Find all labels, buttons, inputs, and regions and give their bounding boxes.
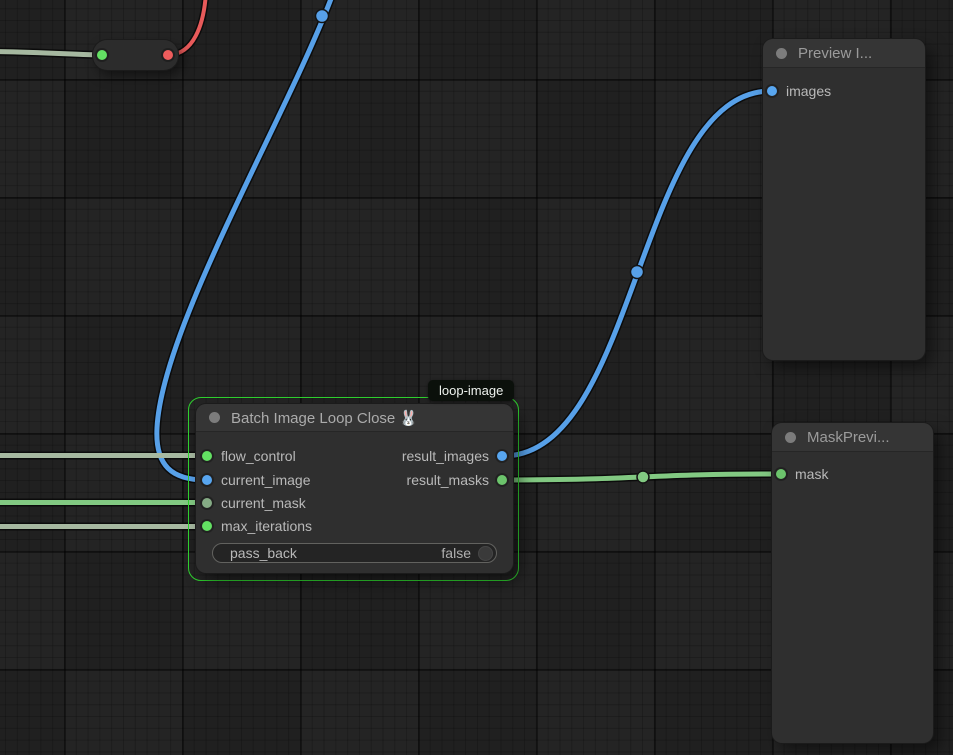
input-port-current-mask[interactable] [202,498,212,508]
toggle-knob-icon[interactable] [478,546,493,561]
input-port-images[interactable] [767,86,777,96]
node-badge-label: loop-image [439,383,503,398]
node-title: MaskPrevi... [807,429,890,446]
node-title: Preview I... [798,45,872,62]
input-slot-max-iterations: max_iterations [196,515,513,537]
collapse-dot-icon[interactable] [785,432,796,443]
port-label: result_images [402,448,489,464]
node-title: Batch Image Loop Close 🐰 [231,409,418,427]
input-slot-images: images [763,80,925,102]
port-label: result_masks [407,472,489,488]
node-batch-image-loop-close[interactable]: Batch Image Loop Close 🐰 flow_control cu… [196,404,513,573]
node-title-bar[interactable]: Batch Image Loop Close 🐰 [196,404,513,432]
collapse-dot-icon[interactable] [776,48,787,59]
node-mask-preview[interactable]: MaskPrevi... mask [772,423,933,743]
port-label: max_iterations [221,518,312,534]
input-slot-current-mask: current_mask [196,492,513,514]
output-port-result-masks[interactable] [497,475,507,485]
widget-pass-back-toggle[interactable]: pass_back false [212,543,497,563]
node-reroute[interactable] [93,40,178,70]
output-port-result-images[interactable] [497,451,507,461]
widget-value: false [441,545,471,561]
node-graph-canvas[interactable]: loop-image Batch Image Loop Close 🐰 flow… [0,0,953,755]
node-preview-image[interactable]: Preview I... images [763,39,925,360]
node-badge-loop-image[interactable]: loop-image [428,380,514,401]
port-label: mask [795,466,828,482]
collapse-dot-icon[interactable] [209,412,220,423]
port-label: current_mask [221,495,306,511]
input-slot-mask: mask [772,463,933,485]
reroute-output-port[interactable] [163,50,173,60]
output-slot-result-masks: result_masks [196,469,513,491]
port-label: images [786,83,831,99]
reroute-input-port[interactable] [97,50,107,60]
input-port-max-iterations[interactable] [202,521,212,531]
output-slot-result-images: result_images [196,445,513,467]
widget-label: pass_back [230,545,441,561]
node-title-bar[interactable]: MaskPrevi... [772,423,933,452]
wire-result-images-to-preview[interactable] [503,91,771,456]
input-port-mask[interactable] [776,469,786,479]
node-title-bar[interactable]: Preview I... [763,39,925,68]
